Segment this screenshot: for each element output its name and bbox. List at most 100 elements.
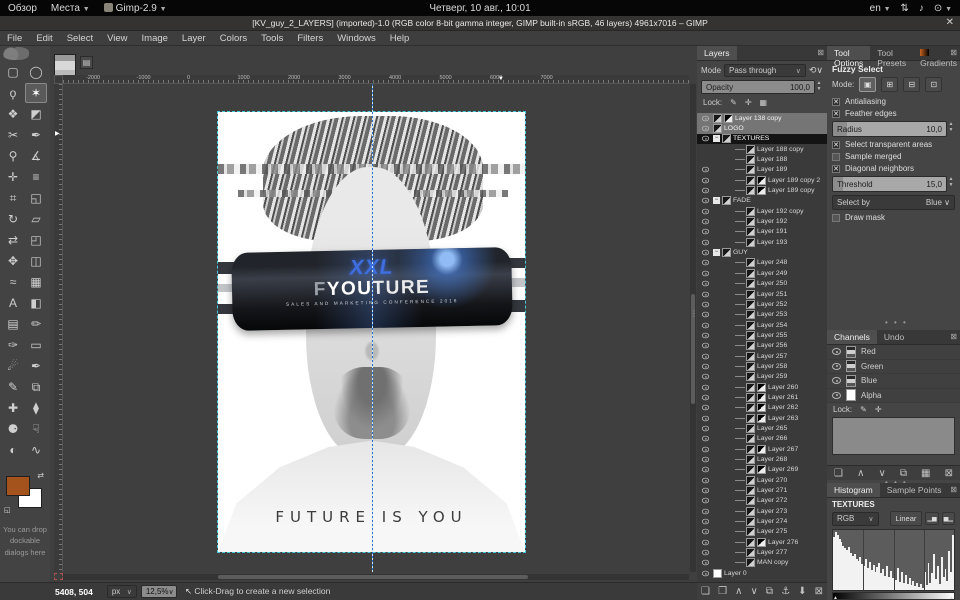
layer-row[interactable]: Layer 188 copy — [697, 144, 827, 154]
visibility-eye-icon[interactable] — [697, 135, 713, 142]
visibility-eye-icon[interactable] — [697, 549, 713, 556]
layer-row[interactable]: Layer 271 — [697, 485, 827, 495]
visibility-eye-icon[interactable] — [697, 394, 713, 401]
delete-channel-button[interactable]: ⊠ — [945, 468, 953, 479]
histogram-log-icon[interactable]: ▅▁ — [942, 512, 955, 525]
tab-channels[interactable]: Channels — [827, 330, 877, 344]
layer-row[interactable]: Layer 191 — [697, 227, 827, 237]
layer-row[interactable]: Layer 270 — [697, 475, 827, 485]
layer-row[interactable]: Layer 266 — [697, 434, 827, 444]
duplicate-layer-button[interactable]: ⧉ — [766, 586, 773, 597]
tab-sample-points[interactable]: Sample Points — [880, 483, 949, 497]
visibility-eye-icon[interactable] — [697, 477, 713, 484]
range-low-marker[interactable]: ▲ — [833, 595, 838, 600]
tool-perspective-clone[interactable]: ⧫ — [25, 398, 47, 418]
window-title-bar[interactable]: [KV_guy_2_LAYERS] (imported)-1.0 (RGB co… — [0, 16, 960, 31]
menu-layer[interactable]: Layer — [175, 33, 213, 44]
visibility-eye-icon[interactable] — [697, 446, 713, 453]
eye-icon[interactable] — [832, 348, 841, 355]
visibility-eye-icon[interactable] — [697, 301, 713, 308]
scrollbar-handle[interactable] — [218, 575, 528, 579]
tool-dodge-burn[interactable]: ◐ — [2, 440, 24, 460]
visibility-eye-icon[interactable] — [697, 187, 713, 194]
layer-row[interactable]: −TEXTURES — [697, 134, 827, 144]
layer-row[interactable]: Layer 262 — [697, 403, 827, 413]
default-colors-icon[interactable]: ◱ — [4, 506, 11, 514]
option-feather-edges[interactable]: ✕Feather edges — [832, 109, 955, 118]
layer-row[interactable]: Layer 192 — [697, 216, 827, 226]
delete-layer-button[interactable]: ⊠ — [815, 586, 823, 597]
lock-position-icon[interactable]: ✛ — [745, 98, 752, 107]
layer-mode-dropdown[interactable]: Pass through∨ — [724, 64, 806, 77]
layer-row[interactable]: Layer 268 — [697, 454, 827, 464]
visibility-eye-icon[interactable] — [697, 239, 713, 246]
checkbox-checked-icon[interactable]: ✕ — [832, 165, 840, 173]
visibility-eye-icon[interactable] — [697, 280, 713, 287]
histogram-linear-icon[interactable]: ▁▅ — [925, 512, 938, 525]
layer-row[interactable]: LOGO — [697, 123, 827, 133]
canvas-area[interactable]: ▤ -2000-10000100020003000400050006000700… — [50, 46, 697, 582]
range-high-marker[interactable]: ▲ — [949, 595, 954, 600]
menu-select[interactable]: Select — [60, 33, 100, 44]
menu-tools[interactable]: Tools — [254, 33, 290, 44]
tool-paths[interactable]: ✒ — [25, 125, 47, 145]
checkbox-unchecked-icon[interactable] — [832, 214, 840, 222]
channel-row-alpha[interactable]: Alpha — [827, 389, 960, 404]
tool-measure[interactable]: ∡ — [25, 146, 47, 166]
visibility-eye-icon[interactable] — [697, 197, 713, 204]
power-icon[interactable]: ⊙ ▼ — [934, 3, 952, 14]
tool-rotate[interactable]: ↻ — [2, 209, 24, 229]
visibility-eye-icon[interactable] — [697, 228, 713, 235]
menu-filters[interactable]: Filters — [290, 33, 330, 44]
tool-blur-sharpen[interactable]: ⚈ — [2, 419, 24, 439]
visibility-eye-icon[interactable] — [697, 259, 713, 266]
mode-intersect-button[interactable]: ⊡ — [925, 77, 942, 92]
tool-bucket-fill[interactable]: ◧ — [25, 293, 47, 313]
unit-dropdown[interactable]: px∨ — [107, 585, 137, 598]
layer-row[interactable]: MAN copy — [697, 558, 827, 568]
visibility-eye-icon[interactable] — [697, 342, 713, 349]
expander-icon[interactable]: − — [713, 197, 720, 204]
layer-row[interactable]: Layer 274 — [697, 516, 827, 526]
checkbox-unchecked-icon[interactable] — [832, 153, 840, 161]
tool-mypaint-brush[interactable]: ✎ — [2, 377, 24, 397]
ruler-corner[interactable] — [54, 75, 63, 84]
histogram-channel-dropdown[interactable]: RGB∨ — [832, 512, 879, 526]
layer-row[interactable]: Layer 260 — [697, 382, 827, 392]
layer-row[interactable]: Layer 188 — [697, 154, 827, 164]
eye-icon[interactable] — [832, 363, 841, 370]
tool-scissors[interactable]: ✂ — [2, 125, 24, 145]
visibility-eye-icon[interactable] — [697, 373, 713, 380]
option-sample-merged[interactable]: Sample merged — [832, 152, 955, 161]
select-by-dropdown[interactable]: Select byBlue ∨ — [832, 195, 955, 210]
quick-mask-toggle[interactable] — [54, 573, 63, 580]
tool-unified-transform[interactable]: ◱ — [25, 188, 47, 208]
menu-image[interactable]: Image — [135, 33, 175, 44]
places-menu[interactable]: Места ▼ — [51, 3, 90, 14]
expander-icon[interactable]: − — [713, 135, 720, 142]
tool-eraser[interactable]: ▭ — [25, 335, 47, 355]
anchor-layer-button[interactable]: ⚓ — [781, 586, 790, 597]
close-dock-icon[interactable]: ⊠ — [950, 48, 957, 57]
visibility-eye-icon[interactable] — [697, 456, 713, 463]
visibility-eye-icon[interactable] — [697, 384, 713, 391]
tool-flip[interactable]: ⇄ — [2, 230, 24, 250]
new-channel-button[interactable]: ❏ — [834, 468, 843, 479]
opacity-spinner[interactable]: ▲▼ — [815, 80, 823, 94]
tool-fuzzy-select[interactable]: ✶ — [25, 83, 47, 103]
layer-row[interactable]: Layer 251 — [697, 289, 827, 299]
layer-row[interactable]: Layer 253 — [697, 310, 827, 320]
visibility-eye-icon[interactable] — [697, 415, 713, 422]
tool-curves[interactable]: ∿ — [25, 440, 47, 460]
horizontal-ruler[interactable]: -2000-100001000200030004000500060007000 — [63, 75, 689, 84]
visibility-eye-icon[interactable] — [697, 125, 713, 132]
layer-row[interactable]: Layer 269 — [697, 465, 827, 475]
mode-replace-button[interactable]: ▣ — [859, 77, 876, 92]
visibility-eye-icon[interactable] — [697, 291, 713, 298]
layer-row[interactable]: Layer 267 — [697, 444, 827, 454]
foreground-color-swatch[interactable] — [6, 476, 30, 496]
tool-shear[interactable]: ▱ — [25, 209, 47, 229]
input-source-menu[interactable]: en ▼ — [870, 3, 891, 14]
visibility-eye-icon[interactable] — [697, 166, 713, 173]
threshold-slider[interactable]: Threshold15,0 — [832, 176, 947, 192]
